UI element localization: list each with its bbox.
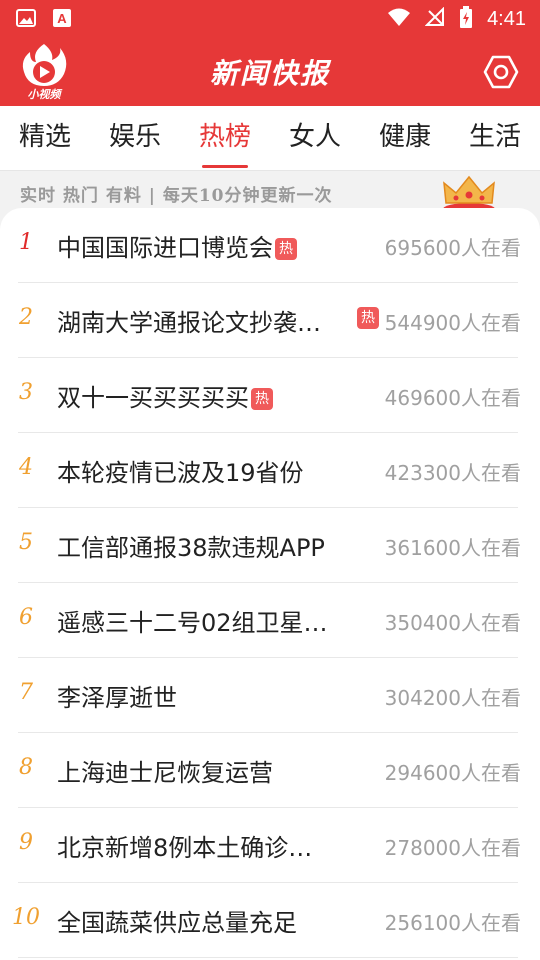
tab-rebang[interactable]: 热榜 [180, 106, 270, 170]
news-title: 李泽厚逝世 [57, 684, 177, 712]
list-item[interactable]: 7 李泽厚逝世 304200人在看 [0, 658, 540, 733]
tab-jiankang[interactable]: 健康 [360, 106, 450, 170]
list-item[interactable]: 4 本轮疫情已波及19省份 423300人在看 [0, 433, 540, 508]
news-title: 北京新增8例本土确诊… [57, 834, 313, 862]
news-title: 遥感三十二号02组卫星… [57, 609, 328, 637]
rank-number: 4 [19, 455, 33, 480]
list-item[interactable]: 5 工信部通报38款违规APP 361600人在看 [0, 508, 540, 583]
view-count: 294600人在看 [384, 761, 521, 785]
tab-nvren[interactable]: 女人 [270, 106, 360, 170]
battery-charging-icon [459, 6, 473, 32]
news-title: 双十一买买买买买热 [57, 378, 273, 413]
rank-number: 3 [19, 380, 33, 405]
status-bar: A 4:41 [0, 0, 540, 36]
app-notification-icon: A [52, 8, 72, 32]
rank-number: 1 [19, 230, 33, 255]
view-count: 423300人在看 [384, 461, 521, 485]
page-title: 新闻快报 [209, 57, 330, 90]
rank-number: 2 [19, 305, 33, 330]
gear-icon [483, 55, 519, 89]
list-item[interactable]: 3 双十一买买买买买热 469600人在看 [0, 358, 540, 433]
no-signal-icon [424, 6, 445, 31]
list-item[interactable]: 9 北京新增8例本土确诊… 278000人在看 [0, 808, 540, 883]
hot-list: 1 中国国际进口博览会热 695600人在看 2 湖南大学通报论文抄袭… 544… [0, 208, 540, 960]
wifi-icon [387, 7, 411, 31]
list-item[interactable]: 1 中国国际进口博览会热 695600人在看 [0, 208, 540, 283]
news-title: 工信部通报38款违规APP [57, 534, 325, 562]
view-count: 695600人在看 [384, 236, 521, 260]
tab-shenghuo[interactable]: 生活 [450, 106, 540, 170]
rank-number: 9 [19, 830, 33, 855]
view-count: 278000人在看 [384, 836, 521, 860]
divider [18, 957, 518, 958]
hot-badge: 热 [251, 388, 273, 410]
tab-jingxuan[interactable]: 精选 [0, 106, 90, 170]
news-title: 本轮疫情已波及19省份 [57, 459, 304, 487]
settings-button[interactable] [482, 53, 520, 91]
view-count: 256100人在看 [384, 911, 521, 935]
category-tabs: 精选 娱乐 热榜 女人 健康 生活 [0, 106, 540, 171]
view-count: 304200人在看 [384, 686, 521, 710]
list-item[interactable]: 8 上海迪士尼恢复运营 294600人在看 [0, 733, 540, 808]
tab-yule[interactable]: 娱乐 [90, 106, 180, 170]
view-count: 361600人在看 [384, 536, 521, 560]
news-title: 上海迪士尼恢复运营 [57, 759, 273, 787]
rank-number: 8 [19, 755, 33, 780]
rank-number: 5 [19, 530, 33, 555]
rank-number: 10 [12, 905, 40, 930]
crown-icon [443, 175, 495, 213]
hot-badge: 热 [275, 238, 297, 260]
list-item[interactable]: 2 湖南大学通报论文抄袭… 544900人在看 [0, 283, 540, 358]
app-header: 小视频 新闻快报 [0, 36, 540, 106]
news-title: 全国蔬菜供应总量充足 [57, 909, 297, 937]
image-notification-icon [16, 9, 36, 31]
svg-text:A: A [57, 11, 67, 26]
view-count: 350400人在看 [384, 611, 521, 635]
view-count: 469600人在看 [384, 386, 521, 410]
news-title: 湖南大学通报论文抄袭… [57, 309, 321, 337]
rank-number: 7 [19, 680, 33, 705]
clock: 4:41 [487, 7, 526, 30]
news-title: 中国国际进口博览会热 [57, 228, 297, 263]
view-count: 544900人在看 [384, 311, 521, 335]
banner-slogan: 实时 热门 有料 | 每天10分钟更新一次 [20, 186, 333, 206]
rank-number: 6 [19, 605, 33, 630]
list-item[interactable]: 10 全国蔬菜供应总量充足 256100人在看 [0, 883, 540, 958]
list-item[interactable]: 6 遥感三十二号02组卫星… 350400人在看 [0, 583, 540, 658]
hot-badge: 热 [357, 307, 379, 329]
